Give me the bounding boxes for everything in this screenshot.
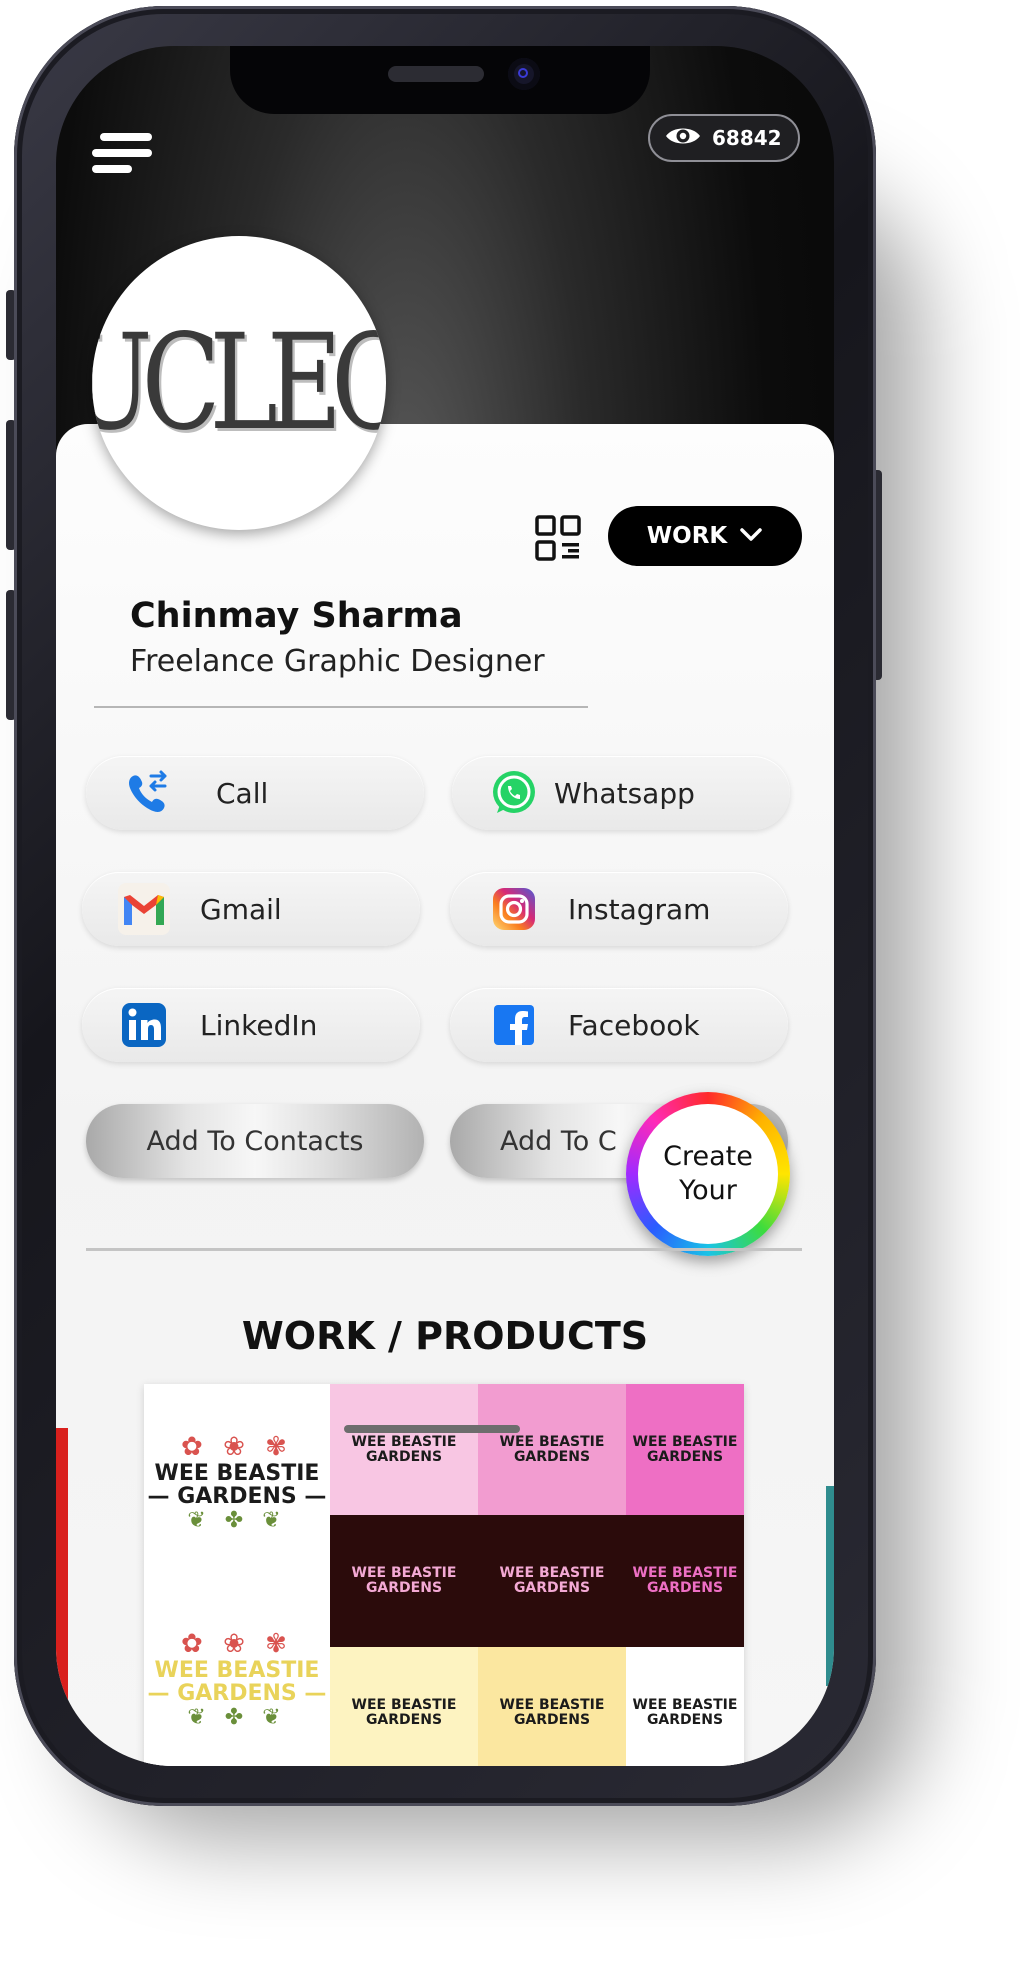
gallery-grid-tile-text: WEE BEASTIE GARDENS	[351, 1696, 457, 1728]
call-button[interactable]: Call	[86, 756, 424, 830]
header-divider	[94, 706, 588, 708]
gallery-grid-tile: WEE BEASTIE GARDENS	[478, 1647, 626, 1766]
profile-title: Freelance Graphic Designer	[130, 644, 545, 679]
work-button-label: WORK	[646, 523, 728, 549]
profile-name: Chinmay Sharma	[130, 596, 463, 636]
work-gallery-image[interactable]: ✿ ❀ ✾ WEE BEASTIE — GARDENS — ❦ ✤ ❦ ✿ ❀ …	[144, 1384, 744, 1766]
gallery-grid-tile: WEE BEASTIE GARDENS	[478, 1384, 626, 1515]
front-camera	[508, 58, 540, 90]
gallery-grid-tile: WEE BEASTIE GARDENS	[626, 1384, 744, 1515]
whatsapp-label: Whatsapp	[554, 776, 695, 810]
gallery-prev-peek[interactable]	[56, 1428, 68, 1762]
facebook-label: Facebook	[568, 1008, 700, 1042]
add-to-second-label: Add To C	[500, 1125, 617, 1157]
create-your-badge[interactable]: Create Your	[626, 1092, 790, 1256]
speaker-grille	[388, 66, 484, 82]
gallery-main-tile-text: WEE BEASTIE — GARDENS —	[147, 1460, 327, 1509]
phone-icon	[122, 767, 174, 819]
gallery-grid-tile-text: WEE BEASTIE GARDENS	[499, 1433, 605, 1465]
section-divider	[86, 1248, 802, 1251]
phone-frame: 68842 UCLEO WORK Chinmay Sharma Freelanc…	[14, 6, 876, 1806]
facebook-icon	[488, 999, 540, 1051]
section-title: WORK / PRODUCTS	[241, 1314, 649, 1358]
gallery-grid-tile-text: WEE BEASTIE GARDENS	[632, 1696, 738, 1728]
gmail-button[interactable]: Gmail	[82, 872, 420, 946]
gallery-grid-tile: WEE BEASTIE GARDENS	[330, 1384, 478, 1515]
notch	[230, 46, 650, 114]
facebook-button[interactable]: Facebook	[450, 988, 788, 1062]
linkedin-button[interactable]: LinkedIn	[82, 988, 420, 1062]
call-label: Call	[216, 776, 269, 810]
add-to-contacts-label: Add To Contacts	[146, 1125, 364, 1157]
hamburger-menu-icon[interactable]	[88, 123, 158, 183]
instagram-label: Instagram	[568, 892, 711, 926]
gallery-grid-tile-text: WEE BEASTIE GARDENS	[499, 1565, 605, 1596]
gallery-main-tile-bottom: ✿ ❀ ✾ WEE BEASTIE — GARDENS — ❦ ✤ ❦	[144, 1581, 330, 1766]
chevron-down-icon	[739, 523, 763, 549]
flower-decoration-icon: ✿ ❀ ✾	[181, 1628, 293, 1659]
gallery-next-peek[interactable]	[826, 1486, 834, 1686]
gallery-grid-tile-text: WEE BEASTIE GARDENS	[632, 1433, 738, 1465]
create-your-inner: Create Your	[638, 1104, 778, 1244]
gallery-grid-tile-text: WEE BEASTIE GARDENS	[351, 1565, 457, 1596]
profile-avatar[interactable]: UCLEO	[92, 236, 386, 530]
flower-decoration-icon: ✿ ❀ ✾	[181, 1431, 293, 1462]
create-line-1: Create	[663, 1141, 753, 1172]
gallery-grid-tile-text: WEE BEASTIE GARDENS	[632, 1565, 738, 1596]
instagram-button[interactable]: Instagram	[450, 872, 788, 946]
leaf-decoration-icon: ❦ ✤ ❦	[187, 1705, 287, 1731]
gallery-grid-tile-text: WEE BEASTIE GARDENS	[499, 1696, 605, 1728]
qr-code-icon[interactable]	[534, 514, 582, 562]
whatsapp-button[interactable]: Whatsapp	[452, 756, 790, 830]
gallery-grid-tile: WEE BEASTIE GARDENS	[626, 1647, 744, 1766]
view-count: 68842	[712, 126, 782, 150]
gallery-grid-tile: WEE BEASTIE GARDENS	[626, 1515, 744, 1647]
create-line-2: Your	[679, 1175, 737, 1206]
eye-icon	[664, 124, 702, 152]
gallery-grid-tile-text: WEE BEASTIE GARDENS	[351, 1433, 457, 1465]
whatsapp-icon	[488, 767, 540, 819]
gmail-icon	[118, 883, 170, 935]
gallery-scroll-indicator[interactable]	[344, 1425, 520, 1433]
phone-screen: 68842 UCLEO WORK Chinmay Sharma Freelanc…	[56, 46, 834, 1766]
work-category-dropdown[interactable]: WORK	[608, 506, 802, 566]
gallery-main-tile-text: WEE BEASTIE — GARDENS —	[147, 1657, 327, 1706]
add-to-contacts-button[interactable]: Add To Contacts	[86, 1104, 424, 1178]
gmail-label: Gmail	[200, 892, 282, 926]
view-counter-badge: 68842	[648, 114, 800, 162]
linkedin-label: LinkedIn	[200, 1008, 318, 1042]
linkedin-icon	[118, 999, 170, 1051]
avatar-logo-text: UCLEO	[92, 306, 386, 460]
gallery-grid-tile: WEE BEASTIE GARDENS	[478, 1515, 626, 1647]
instagram-icon	[488, 883, 540, 935]
gallery-main-tile-top: ✿ ❀ ✾ WEE BEASTIE — GARDENS — ❦ ✤ ❦	[144, 1384, 330, 1581]
leaf-decoration-icon: ❦ ✤ ❦	[187, 1508, 287, 1534]
gallery-grid-tile: WEE BEASTIE GARDENS	[330, 1515, 478, 1647]
gallery-grid-tile: WEE BEASTIE GARDENS	[330, 1647, 478, 1766]
